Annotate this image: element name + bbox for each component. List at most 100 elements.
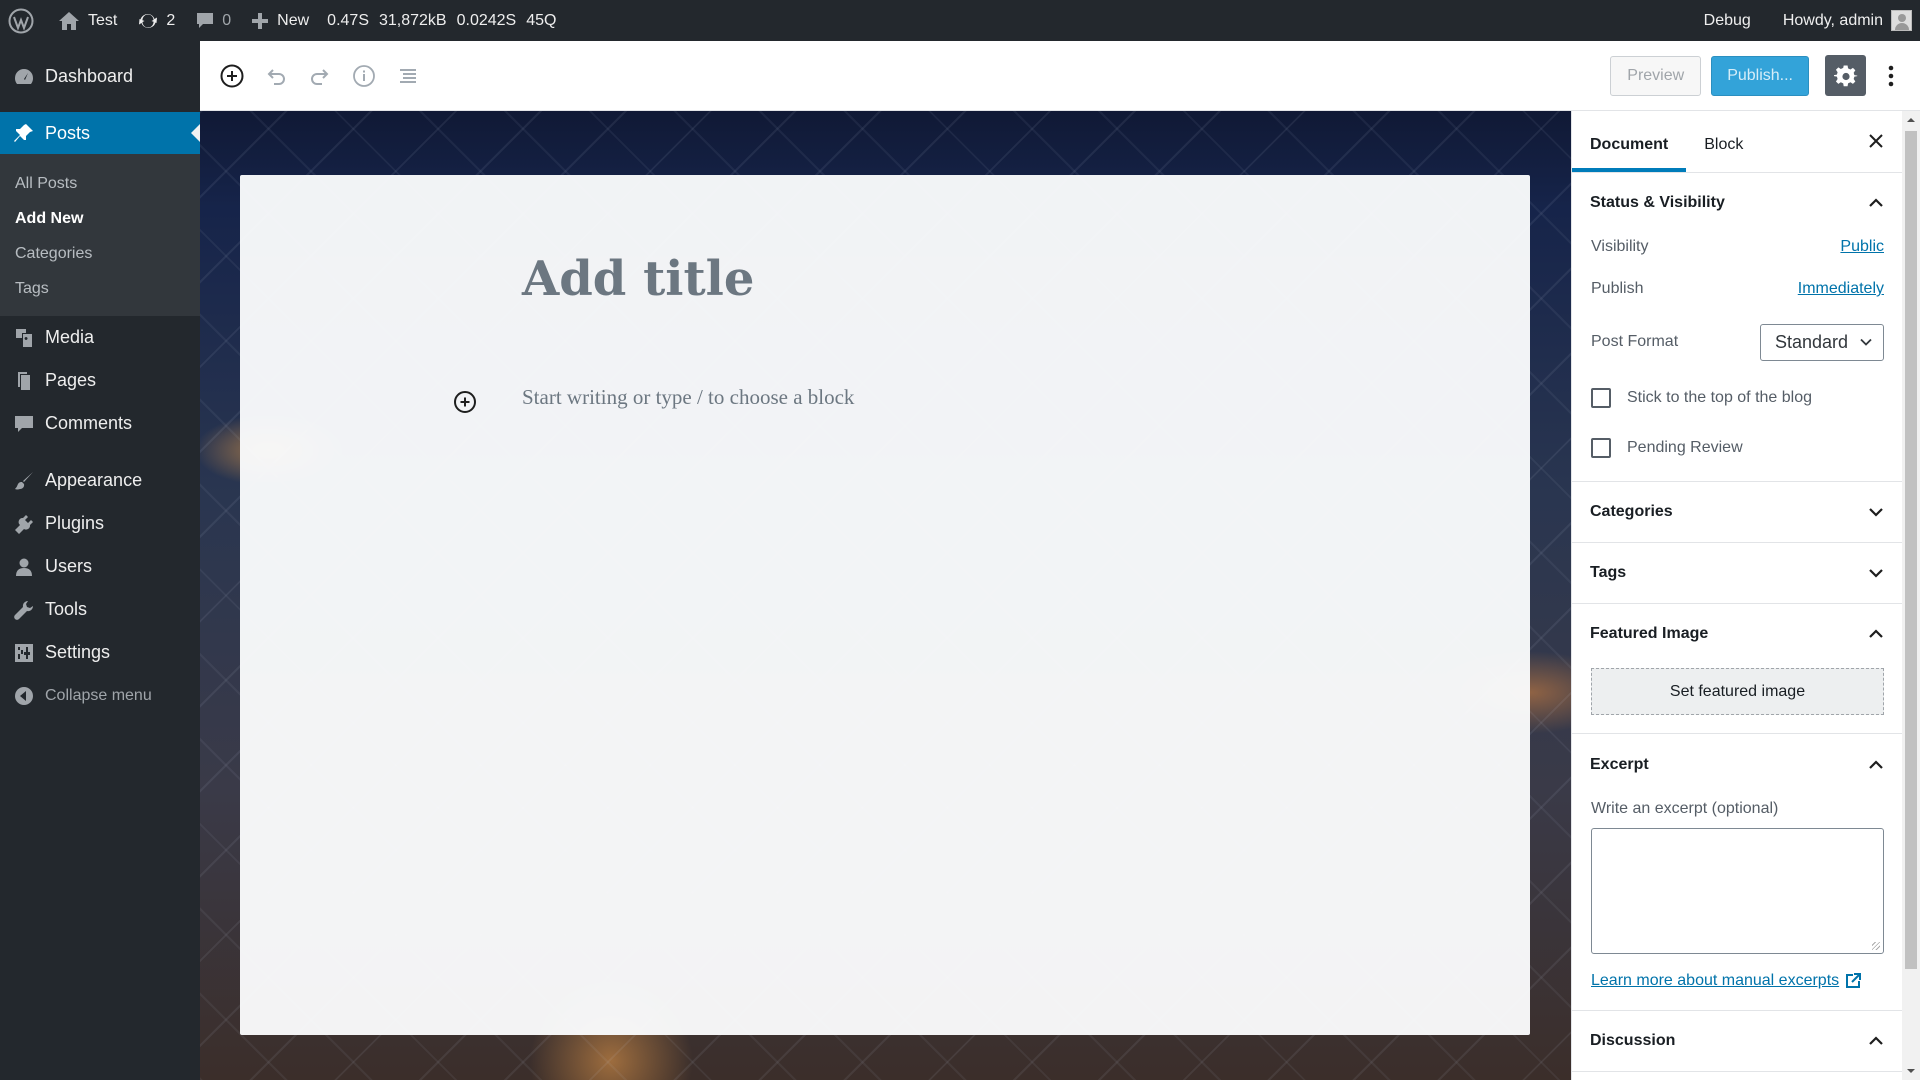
pin-icon [12, 121, 36, 145]
post-format-select[interactable]: Standard [1760, 323, 1884, 361]
settings-sidebar: Document Block Status & Visibility Visib… [1571, 111, 1902, 1080]
categories-panel: Categories [1572, 482, 1902, 543]
collapse-menu-label: Collapse menu [45, 686, 152, 704]
editor-toolbar: Preview Publish... [200, 41, 1920, 111]
status-visibility-toggle[interactable]: Status & Visibility [1572, 173, 1902, 233]
scrollbar-thumb[interactable] [1905, 131, 1917, 969]
menu-posts[interactable]: Posts [0, 112, 200, 154]
add-block-button[interactable] [214, 58, 250, 94]
info-icon [353, 64, 375, 87]
my-account-link[interactable]: Howdy, admin [1773, 0, 1920, 41]
categories-heading: Categories [1590, 503, 1673, 520]
plug-icon [12, 512, 36, 536]
collapse-icon [12, 684, 36, 708]
post-title-input[interactable]: Add title [522, 251, 754, 307]
editor-canvas: Add title Start writing or type / to cho… [200, 111, 1571, 1080]
menu-appearance[interactable]: Appearance [0, 459, 200, 502]
site-name-link[interactable]: Test [48, 0, 127, 41]
pending-review-checkbox[interactable] [1591, 438, 1611, 458]
debug-label: Debug [1703, 11, 1751, 29]
menu-pages-label: Pages [45, 370, 97, 390]
sidebar-scrollbar[interactable] [1902, 111, 1920, 1080]
submenu-all-posts[interactable]: All Posts [0, 166, 200, 201]
debug-query-time: 0.0242S [456, 11, 517, 29]
publish-date-toggle[interactable]: Immediately [1798, 280, 1884, 298]
brush-icon [12, 469, 36, 493]
excerpt-toggle[interactable]: Excerpt [1572, 734, 1902, 796]
categories-toggle[interactable]: Categories [1572, 482, 1902, 542]
undo-button[interactable] [258, 58, 294, 94]
menu-media[interactable]: Media [0, 316, 200, 359]
avatar [1891, 10, 1912, 31]
menu-settings-label: Settings [45, 642, 111, 662]
debug-memory: 31,872kB [378, 11, 447, 29]
excerpt-textarea[interactable] [1591, 828, 1884, 954]
menu-pages[interactable]: Pages [0, 359, 200, 402]
menu-dashboard[interactable]: Dashboard [0, 55, 200, 98]
scroll-down-arrow[interactable] [1902, 1062, 1920, 1080]
pending-review-checkbox-row[interactable]: Pending Review [1572, 423, 1902, 473]
howdy-text: Howdy, admin [1782, 11, 1883, 29]
query-monitor-link[interactable]: 0.47S 31,872kB 0.0242S 45Q [319, 0, 566, 41]
inline-inserter-button[interactable] [452, 389, 478, 415]
sticky-checkbox-row[interactable]: Stick to the top of the blog [1572, 373, 1902, 423]
user-icon [12, 555, 36, 579]
more-options-button[interactable] [1876, 56, 1906, 96]
submenu-add-new[interactable]: Add New [0, 201, 200, 236]
settings-toggle-button[interactable] [1825, 55, 1866, 96]
comment-icon [197, 12, 214, 28]
submenu-tags[interactable]: Tags [0, 271, 200, 306]
visibility-row: Visibility Public [1572, 229, 1902, 265]
post-format-value: Standard [1775, 331, 1849, 352]
menu-tools[interactable]: Tools [0, 588, 200, 631]
menu-users[interactable]: Users [0, 545, 200, 588]
visibility-toggle[interactable]: Public [1840, 238, 1884, 256]
publish-button[interactable]: Publish... [1711, 55, 1809, 96]
tags-toggle[interactable]: Tags [1572, 543, 1902, 603]
menu-users-label: Users [45, 556, 93, 576]
chevron-up-icon [1869, 198, 1883, 207]
updates-link[interactable]: 2 [127, 0, 185, 41]
content-info-button[interactable] [346, 58, 382, 94]
default-block-appender[interactable]: Start writing or type / to choose a bloc… [522, 385, 854, 410]
menu-comments[interactable]: Comments [0, 402, 200, 445]
discussion-toggle[interactable]: Discussion [1572, 1011, 1902, 1071]
settings-icon [12, 641, 36, 665]
pages-icon [12, 369, 36, 393]
scroll-up-arrow[interactable] [1902, 111, 1920, 129]
redo-icon [311, 68, 329, 85]
learn-more-text: Learn more about manual excerpts [1591, 972, 1840, 989]
learn-more-excerpts-link[interactable]: Learn more about manual excerpts [1572, 954, 1902, 1010]
publish-label: Publish [1591, 280, 1644, 297]
collapse-menu-button[interactable]: Collapse menu [0, 674, 200, 717]
dashboard-icon [12, 65, 36, 89]
status-visibility-panel: Status & Visibility Visibility Public Pu… [1572, 173, 1902, 482]
comments-icon [12, 412, 36, 436]
comments-link[interactable]: 0 [185, 0, 241, 41]
debug-queries: 45Q [526, 11, 557, 29]
site-name: Test [88, 11, 118, 29]
sticky-label: Stick to the top of the blog [1627, 389, 1813, 406]
admin-menu: Dashboard Posts All Posts Add New Catego… [0, 41, 200, 1080]
debug-link[interactable]: Debug [1694, 0, 1773, 41]
preview-button[interactable]: Preview [1610, 55, 1702, 96]
menu-settings[interactable]: Settings [0, 631, 200, 674]
sticky-checkbox[interactable] [1591, 388, 1611, 408]
wordpress-logo-button[interactable] [0, 0, 48, 41]
tab-document[interactable]: Document [1572, 111, 1687, 172]
submenu-categories[interactable]: Categories [0, 236, 200, 271]
featured-image-toggle[interactable]: Featured Image [1572, 604, 1902, 664]
updates-icon [139, 13, 158, 28]
set-featured-image-button[interactable]: Set featured image [1591, 668, 1884, 715]
wordpress-logo-icon [8, 8, 34, 33]
new-content-link[interactable]: New [241, 0, 319, 41]
block-navigation-button[interactable] [390, 58, 426, 94]
menu-plugins[interactable]: Plugins [0, 502, 200, 545]
tab-block[interactable]: Block [1686, 111, 1761, 172]
menu-media-label: Media [45, 327, 95, 347]
visibility-label: Visibility [1591, 238, 1649, 255]
chevron-up-icon [1869, 1036, 1883, 1045]
add-block-icon [454, 391, 476, 413]
redo-button[interactable] [302, 58, 338, 94]
close-sidebar-button[interactable] [1864, 129, 1888, 153]
